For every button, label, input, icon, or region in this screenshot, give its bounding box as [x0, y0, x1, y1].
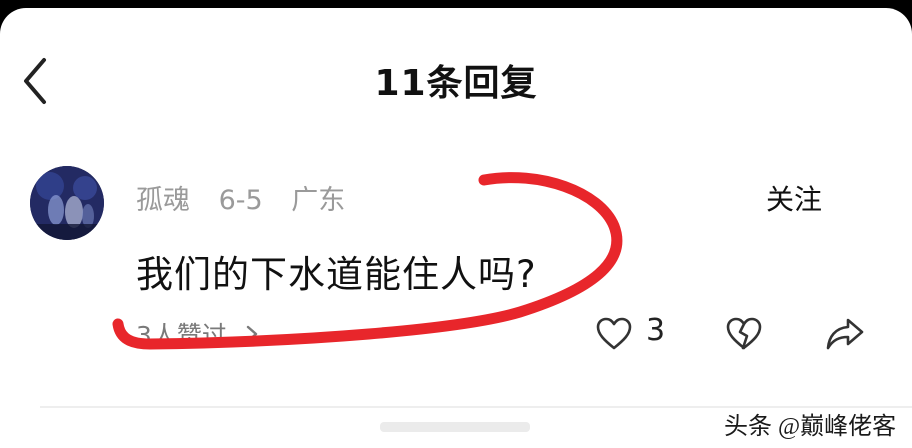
username[interactable]: 孤魂 [136, 185, 190, 216]
dislike-button[interactable] [724, 314, 764, 354]
comment-location: 广东 [291, 185, 346, 216]
share-arrow-icon [826, 318, 864, 350]
comment-text: 我们的下水道能住人吗? [136, 253, 537, 296]
reply-sheet: 11条回复 孤魂 6-5 广东 关注 我们的下水道能住人吗? 3人赞过 3 [0, 8, 912, 448]
like-count: 3 [646, 313, 666, 348]
heart-outline-icon [596, 317, 632, 350]
watermark: 头条 @巅峰佬客 [724, 414, 897, 440]
likes-summary[interactable]: 3人赞过 [136, 316, 259, 352]
avatar[interactable] [30, 166, 104, 240]
likes-label: 3人赞过 [136, 321, 227, 350]
next-reply-placeholder [380, 422, 530, 432]
share-button[interactable] [824, 314, 866, 354]
comment-meta: 孤魂 6-5 广东 [136, 178, 365, 217]
screen: 11条回复 孤魂 6-5 广东 关注 我们的下水道能住人吗? 3人赞过 3 头条… [0, 0, 912, 448]
follow-button[interactable]: 关注 [766, 178, 822, 218]
page-title: 11条回复 [374, 63, 538, 104]
chevron-right-icon [246, 325, 258, 343]
like-button[interactable] [594, 314, 634, 354]
broken-heart-icon [726, 317, 762, 350]
comment-date: 6-5 [218, 185, 263, 216]
